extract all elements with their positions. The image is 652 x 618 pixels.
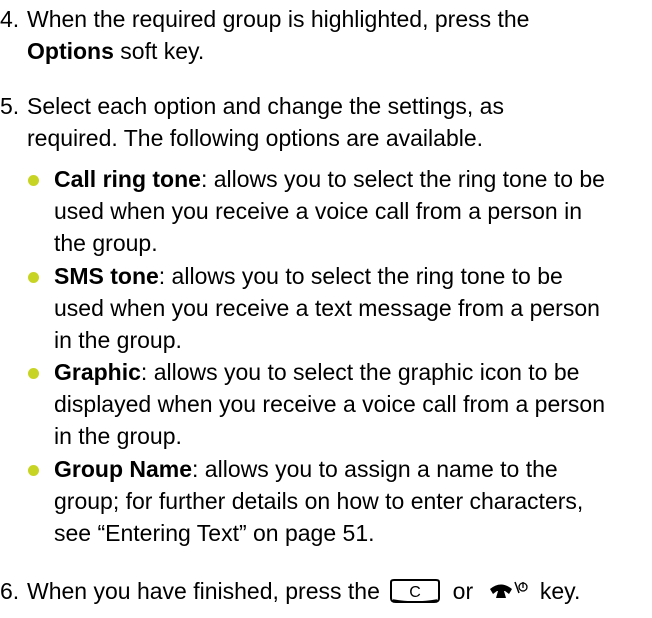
step-line: Select each option and change the settin… <box>27 93 504 119</box>
step-number: 6. <box>0 578 20 604</box>
option-text: Call ring tone: allows you to select the… <box>54 166 605 256</box>
c-key-letter: C <box>409 584 421 601</box>
option-name: Graphic <box>54 359 141 385</box>
step-number: 5. <box>0 93 20 119</box>
step-line: required. The following options are avai… <box>27 125 484 151</box>
option-name: Group Name <box>54 456 193 482</box>
step-text: Select each option and change the settin… <box>27 90 637 154</box>
step-line: When the required group is highlighted, … <box>27 6 530 32</box>
step-line: Options soft key. <box>27 38 205 64</box>
option-text: Graphic: allows you to select the graphi… <box>54 359 606 449</box>
manual-page: 4. When the required group is highlighte… <box>0 0 652 618</box>
bullet-icon <box>28 272 39 283</box>
options-soft-key-label: Options <box>27 38 114 64</box>
bullet-icon <box>28 368 39 379</box>
option-text: SMS tone: allows you to select the ring … <box>54 263 600 353</box>
option-text: Group Name: allows you to assign a name … <box>54 456 584 546</box>
option-name: SMS tone <box>54 263 159 289</box>
c-key-icon: C <box>388 578 442 604</box>
step-text: When the required group is highlighted, … <box>27 3 637 67</box>
bullet-icon <box>28 175 39 186</box>
end-key-icon <box>488 577 528 599</box>
bullet-icon <box>28 465 39 476</box>
step-number: 4. <box>0 6 20 32</box>
option-name: Call ring tone <box>54 166 201 192</box>
step-text: When you have finished, press the C or k… <box>27 577 581 604</box>
